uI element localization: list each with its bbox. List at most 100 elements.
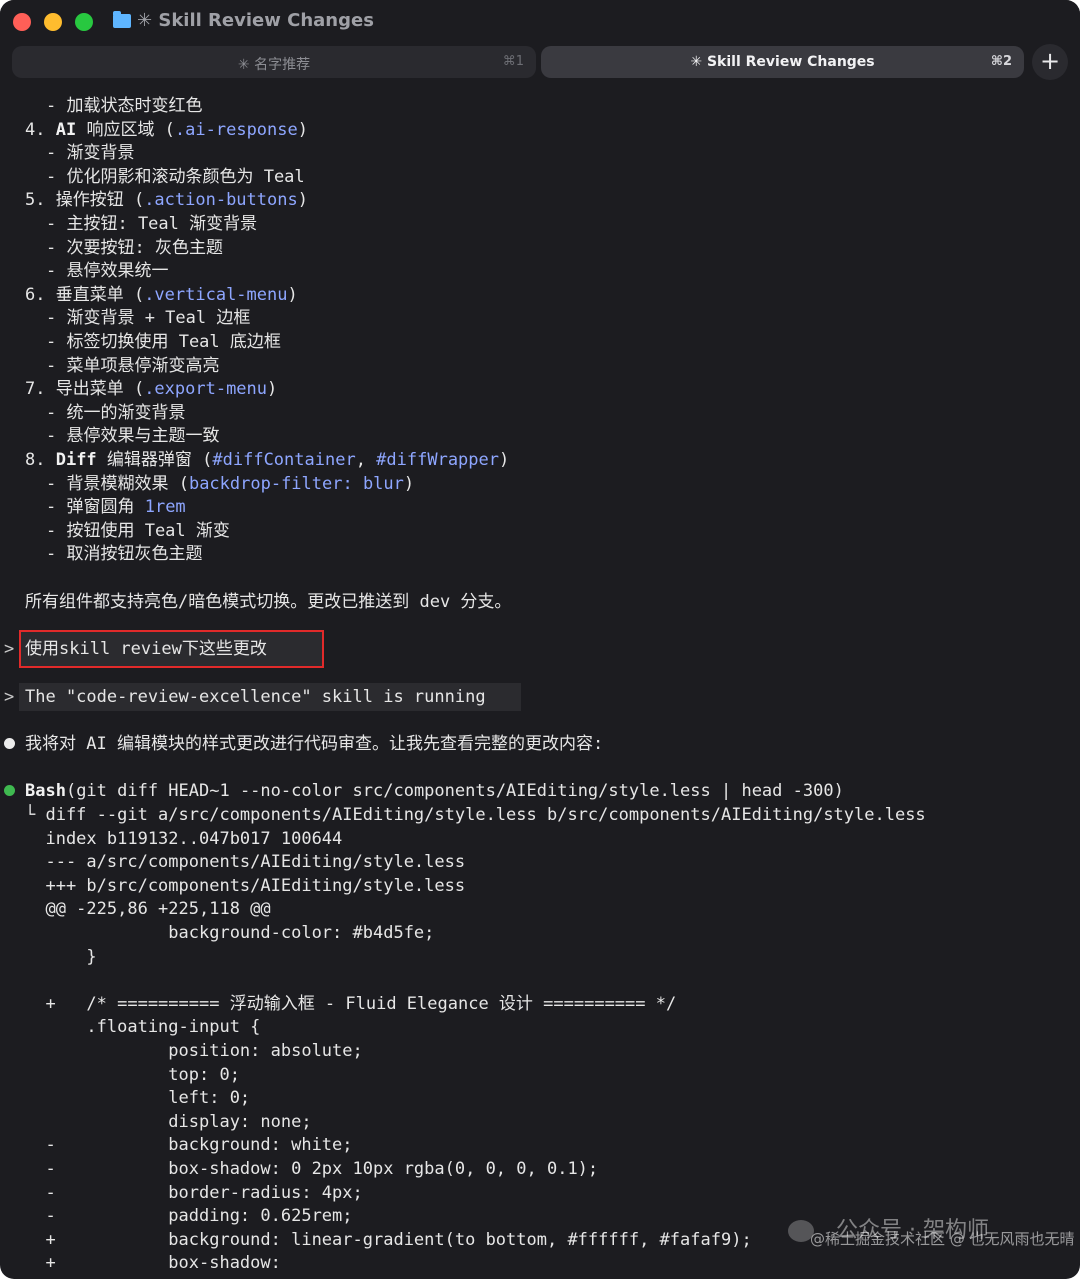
summary-text: ) (297, 190, 308, 211)
folder-icon (113, 11, 131, 28)
summary-item: - 悬停效果与主题一致 (46, 424, 219, 448)
summary-text: - 优化阴影和滚动条颜色为 Teal (46, 166, 305, 187)
title-bar: ✳ Skill Review Changes (0, 0, 1080, 44)
summary-item: - 主按钮: Teal 渐变背景 (46, 212, 257, 236)
assistant-bullet-icon (4, 738, 15, 749)
tab-label: ✳ 名字推荐 (237, 57, 311, 73)
diff-line: display: none; (25, 1111, 312, 1132)
close-window-button[interactable] (13, 13, 31, 31)
summary-item: - 悬停效果统一 (46, 259, 168, 283)
code-reference: #diffWrapper (376, 450, 499, 470)
code-reference: .ai-response (174, 119, 298, 140)
tool-status-icon (4, 785, 15, 796)
diff-line: } (25, 946, 97, 967)
minimize-window-button[interactable] (44, 13, 62, 31)
tab-shortcut: ⌘1 (502, 54, 524, 69)
diff-line: @@ -225,86 +225,118 @@ (25, 899, 271, 920)
summary-item: - 渐变背景 (46, 141, 134, 165)
summary-text: 4. (25, 119, 56, 140)
summary-text: ) (499, 450, 510, 470)
summary-item: - 菜单项悬停渐变高亮 (46, 354, 219, 378)
summary-item: - 统一的渐变背景 (46, 401, 185, 425)
window-title: ✳ Skill Review Changes (137, 10, 374, 31)
summary-item: - 加载状态时变红色 (46, 94, 202, 118)
summary-text: - 弹窗圆角 (46, 497, 145, 518)
summary-text: 7. 导出菜单 ( (25, 379, 145, 400)
tab-bar: ✳ 名字推荐 ⌘1 ✳ Skill Review Changes ⌘2 + (0, 44, 1080, 80)
summary-text: , (355, 450, 377, 470)
diff-line: - background: white; (25, 1135, 353, 1156)
summary-text: - 标签切换使用 Teal 底边框 (46, 332, 281, 352)
terminal-output[interactable]: - 加载状态时变红色 4. AI 响应区域 (.ai-response) - 渐变背… (0, 92, 1080, 1279)
diff-line: index b119132..047b017 100644 (25, 828, 343, 849)
summary-item: - 优化阴影和滚动条颜色为 Teal (46, 165, 305, 189)
terminal-window: ✳ Skill Review Changes ✳ 名字推荐 ⌘1 ✳ Skill… (0, 0, 1080, 1279)
diff-line: +++ b/src/components/AIEditing/style.les… (25, 875, 466, 896)
summary-text: AI (55, 119, 77, 140)
bash-tool-call: Bash(git diff HEAD~1 --no-color src/comp… (25, 779, 844, 803)
code-reference: .action-buttons (144, 190, 298, 211)
summary-text: - 渐变背景 + Teal 边框 (46, 308, 251, 329)
assistant-message: 我将对 AI 编辑模块的样式更改进行代码审查。让我先查看完整的更改内容: (25, 734, 604, 754)
summary-text: - 次要按钮: 灰色主题 (46, 237, 223, 258)
summary-text: - 悬停效果与主题一致 (46, 426, 220, 447)
prompt-marker: > (4, 687, 15, 707)
summary-text: 8. (25, 450, 56, 470)
bash-command: (git diff HEAD~1 --no-color src/componen… (65, 781, 844, 801)
summary-text: - 统一的渐变背景 (46, 402, 186, 423)
summary-text: ) (267, 379, 278, 400)
summary-text: 响应区域 ( (76, 119, 175, 140)
diff-line: --- a/src/components/AIEditing/style.les… (25, 852, 466, 873)
summary-item: - 次要按钮: 灰色主题 (46, 236, 223, 260)
summary-item: - 按钮使用 Teal 渐变 (46, 519, 230, 543)
diff-line: └ diff --git a/src/components/AIEditing/… (25, 805, 926, 825)
tab-label: ✳ Skill Review Changes (690, 54, 875, 70)
new-tab-button[interactable]: + (1032, 44, 1068, 80)
code-reference: #diffContainer (212, 450, 356, 470)
diff-line: left: 0; (25, 1088, 251, 1109)
diff-line: + background: linear-gradient(to bottom,… (25, 1229, 752, 1250)
summary-text: ) (403, 473, 415, 494)
summary-text: 5. 操作按钮 ( (25, 190, 145, 211)
bash-tool-label: Bash (25, 781, 66, 801)
user-message: 使用skill review下这些更改 (25, 639, 267, 659)
summary-item: - 标签切换使用 Teal 底边框 (46, 330, 281, 354)
diff-line: - box-shadow: 0 2px 10px rgba(0, 0, 0, 0… (25, 1159, 599, 1179)
summary-text: - 主按钮: Teal 渐变背景 (46, 214, 258, 234)
code-reference: .export-menu (144, 379, 268, 400)
summary-text: 6. 垂直菜单 ( (25, 284, 145, 305)
diff-line: .floating-input { (25, 1017, 261, 1038)
diff-line: background-color: #b4d5fe; (25, 923, 435, 943)
skill-running-status: The "code-review-excellence" skill is ru… (25, 687, 486, 707)
summary-text: - 悬停效果统一 (46, 261, 169, 282)
summary-item: - 弹窗圆角 1rem (46, 495, 186, 519)
summary-heading: 8. Diff 编辑器弹窗 (#diffContainer, #diffWrap… (25, 448, 509, 472)
diff-line: top: 0; (25, 1064, 240, 1085)
code-reference: backdrop-filter: blur (188, 473, 404, 494)
summary-item: - 取消按钮灰色主题 (46, 542, 202, 566)
summary-item: - 渐变背景 + Teal 边框 (46, 306, 250, 330)
tab-shortcut: ⌘2 (990, 54, 1012, 69)
summary-text: 编辑器弹窗 ( (96, 450, 213, 470)
summary-text: ) (297, 119, 308, 140)
tab-skill-review-changes[interactable]: ✳ Skill Review Changes ⌘2 (541, 46, 1024, 78)
code-reference: 1rem (144, 497, 186, 518)
summary-text: - 取消按钮灰色主题 (46, 544, 203, 565)
summary-text: - 按钮使用 Teal 渐变 (46, 520, 230, 541)
summary-heading: 5. 操作按钮 (.action-buttons) (25, 188, 308, 212)
summary-text: - 加载状态时变红色 (46, 96, 203, 116)
diff-line: position: absolute; (25, 1041, 363, 1061)
watermark-subtext: @稀土掘金技术社区 @ 也无风雨也无晴 (810, 1230, 1075, 1248)
diff-line: - border-radius: 4px; (25, 1182, 363, 1203)
summary-text: - 背景模糊效果 ( (46, 473, 189, 494)
diff-line: - padding: 0.625rem; (25, 1206, 353, 1227)
summary-heading: 7. 导出菜单 (.export-menu) (25, 377, 277, 401)
maximize-window-button[interactable] (75, 13, 93, 31)
summary-item: - 背景模糊效果 (backdrop-filter: blur) (46, 472, 414, 496)
diff-line: + box-shadow: (25, 1253, 281, 1274)
prompt-marker: > (4, 639, 15, 659)
summary-text: Diff (55, 450, 97, 470)
tab-name-recommendation[interactable]: ✳ 名字推荐 ⌘1 (12, 46, 536, 78)
diff-line: + /* ========== 浮动输入框 - Fluid Elegance 设… (25, 993, 677, 1014)
summary-text: - 渐变背景 (46, 143, 135, 164)
